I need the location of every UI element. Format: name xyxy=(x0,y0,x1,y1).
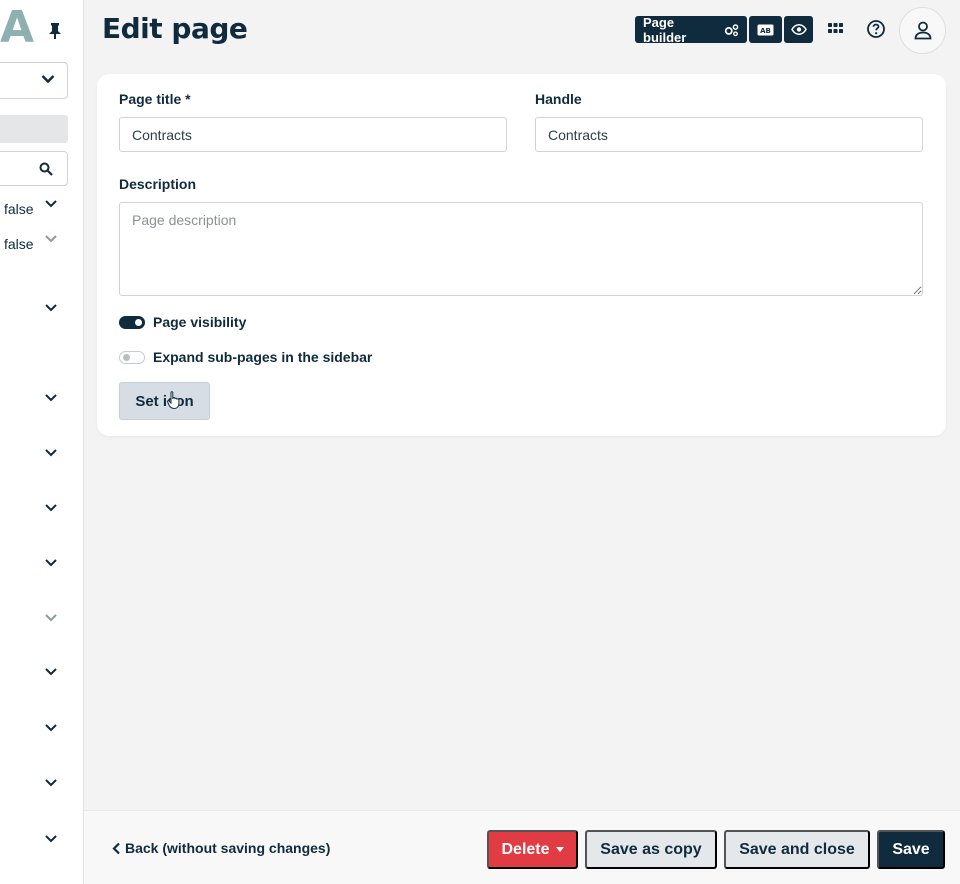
sidebar-value-false: false xyxy=(4,236,34,252)
sidebar-select[interactable] xyxy=(0,62,68,99)
back-label: Back (without saving changes) xyxy=(125,840,331,856)
gears-icon xyxy=(724,23,738,36)
preview-button[interactable] xyxy=(784,16,813,43)
chevron-down-icon[interactable] xyxy=(44,613,58,623)
closed-captions-button[interactable]: AB xyxy=(749,16,782,43)
chevron-down-icon[interactable] xyxy=(44,303,58,313)
pin-icon[interactable] xyxy=(48,22,62,40)
search-icon xyxy=(39,162,53,176)
chevron-down-icon[interactable] xyxy=(44,723,58,733)
chevron-down-icon xyxy=(41,75,55,84)
hand-cursor-icon xyxy=(167,391,180,409)
chevron-down-icon[interactable] xyxy=(44,503,58,513)
page-visibility-label: Page visibility xyxy=(153,314,247,330)
help-icon[interactable] xyxy=(866,19,886,39)
user-menu-button[interactable] xyxy=(899,7,946,54)
set-icon-button[interactable]: Set icon xyxy=(119,382,210,420)
chevron-down-icon[interactable] xyxy=(44,558,58,568)
handle-input[interactable] xyxy=(535,117,923,152)
delete-button[interactable]: Delete xyxy=(487,830,578,869)
logo: A xyxy=(0,2,35,53)
eye-icon xyxy=(790,24,807,35)
page-title: Edit page xyxy=(102,12,248,45)
page-builder-button[interactable]: Page builder xyxy=(635,14,747,45)
delete-label: Delete xyxy=(501,840,550,858)
chevron-down-icon[interactable] xyxy=(44,834,58,844)
closed-captions-icon: AB xyxy=(757,24,774,35)
footer-bar: Back (without saving changes) Delete Sav… xyxy=(84,810,960,884)
sidebar-search-input[interactable] xyxy=(0,151,68,186)
chevron-left-icon xyxy=(112,842,120,854)
page-visibility-toggle-row[interactable]: Page visibility xyxy=(119,314,246,330)
apps-grid-icon[interactable] xyxy=(828,23,843,35)
sidebar-filter-bar[interactable] xyxy=(0,115,68,143)
expand-subpages-toggle-row[interactable]: Expand sub-pages in the sidebar xyxy=(119,349,372,365)
svg-text:AB: AB xyxy=(760,27,771,35)
caret-down-icon xyxy=(555,847,564,852)
chevron-down-icon[interactable] xyxy=(44,448,58,458)
sidebar: A false false xyxy=(0,0,84,884)
save-as-copy-button[interactable]: Save as copy xyxy=(585,830,717,869)
chevron-down-icon[interactable] xyxy=(44,667,58,677)
user-icon xyxy=(914,21,932,40)
page-title-input[interactable] xyxy=(119,117,507,152)
edit-page-form: Page title * Handle Description Page vis… xyxy=(97,74,946,436)
description-textarea[interactable] xyxy=(119,202,923,296)
page-title-label: Page title * xyxy=(119,91,191,107)
page-builder-label: Page builder xyxy=(643,14,687,45)
chevron-down-icon[interactable] xyxy=(44,199,58,209)
chevron-down-icon[interactable] xyxy=(44,234,58,244)
chevron-down-icon[interactable] xyxy=(44,393,58,403)
handle-label: Handle xyxy=(535,91,582,107)
page-visibility-toggle[interactable] xyxy=(119,315,145,329)
save-and-close-button[interactable]: Save and close xyxy=(724,830,870,869)
save-button[interactable]: Save xyxy=(877,830,945,869)
sidebar-value-false: false xyxy=(4,201,34,217)
expand-subpages-toggle[interactable] xyxy=(119,350,145,364)
back-link[interactable]: Back (without saving changes) xyxy=(112,840,330,856)
expand-subpages-label: Expand sub-pages in the sidebar xyxy=(153,349,373,365)
chevron-down-icon[interactable] xyxy=(44,778,58,788)
description-label: Description xyxy=(119,176,197,192)
